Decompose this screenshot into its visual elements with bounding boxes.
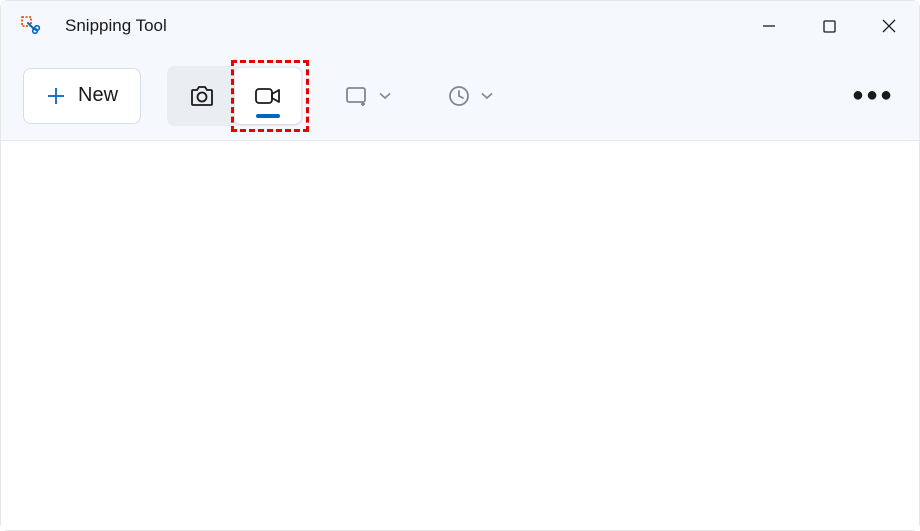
maximize-button[interactable]: [799, 1, 859, 51]
toolbar: New: [1, 51, 919, 141]
chevron-down-icon: [379, 92, 391, 100]
snip-mode-button[interactable]: [169, 68, 235, 124]
ellipsis-icon: ●●●: [852, 84, 894, 107]
app-icon: [21, 16, 41, 36]
window-controls: [739, 1, 919, 51]
new-button-label: New: [78, 84, 118, 107]
rectangle-icon: [345, 85, 369, 107]
mode-toggle-group: [167, 66, 303, 126]
content-area: [1, 141, 919, 530]
clock-icon: [447, 84, 471, 108]
maximize-icon: [823, 20, 836, 33]
minimize-icon: [762, 19, 776, 33]
shape-mode-dropdown[interactable]: [331, 68, 405, 124]
video-icon: [253, 83, 283, 109]
plus-icon: [46, 86, 66, 106]
delay-dropdown[interactable]: [433, 68, 507, 124]
minimize-button[interactable]: [739, 1, 799, 51]
camera-icon: [188, 82, 216, 110]
titlebar: Snipping Tool: [1, 1, 919, 51]
chevron-down-icon: [481, 92, 493, 100]
new-button[interactable]: New: [23, 68, 141, 124]
close-icon: [882, 19, 896, 33]
more-button[interactable]: ●●●: [849, 72, 897, 120]
record-mode-button[interactable]: [235, 68, 301, 124]
app-title: Snipping Tool: [65, 16, 739, 36]
close-button[interactable]: [859, 1, 919, 51]
